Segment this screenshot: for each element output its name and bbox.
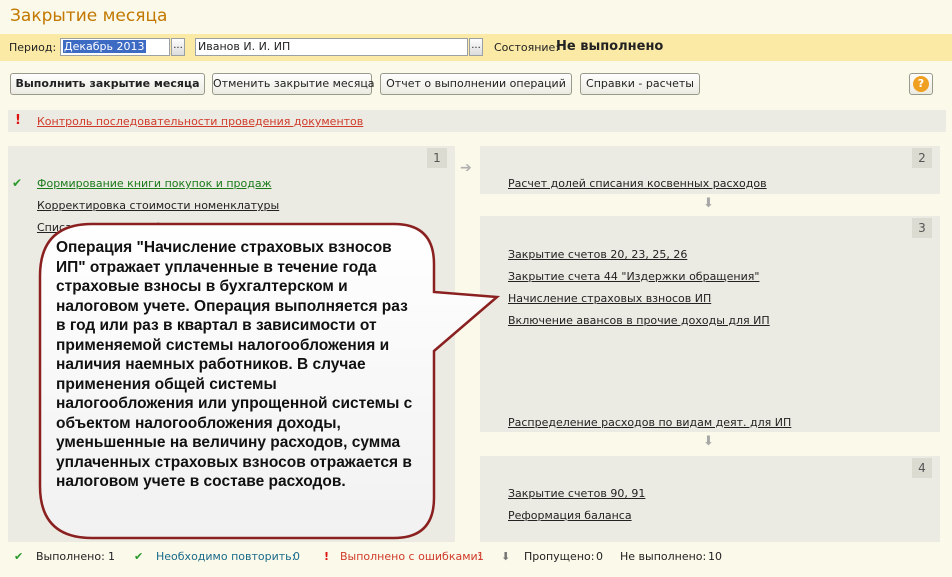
repeat-check-icon: ✔ bbox=[134, 550, 144, 563]
callout-text: Операция "Начисление страховых взносов И… bbox=[56, 239, 413, 490]
error-mark-icon: ! bbox=[324, 550, 330, 563]
done-label: Выполнено: bbox=[36, 550, 105, 563]
skipped-arrow-icon: ⬇ bbox=[501, 550, 511, 563]
notdone-count: 10 bbox=[708, 550, 722, 563]
skipped-count: 0 bbox=[596, 550, 603, 563]
skipped-label: Пропущено: bbox=[524, 550, 595, 563]
done-count: 1 bbox=[108, 550, 115, 563]
done-check-icon: ✔ bbox=[14, 550, 24, 563]
errors-label: Выполнено с ошибками: bbox=[340, 550, 482, 563]
notdone-label: Не выполнено: bbox=[620, 550, 707, 563]
errors-count: 1 bbox=[477, 550, 484, 563]
repeat-count: 0 bbox=[293, 550, 300, 563]
repeat-label: Необходимо повторить: bbox=[156, 550, 296, 563]
